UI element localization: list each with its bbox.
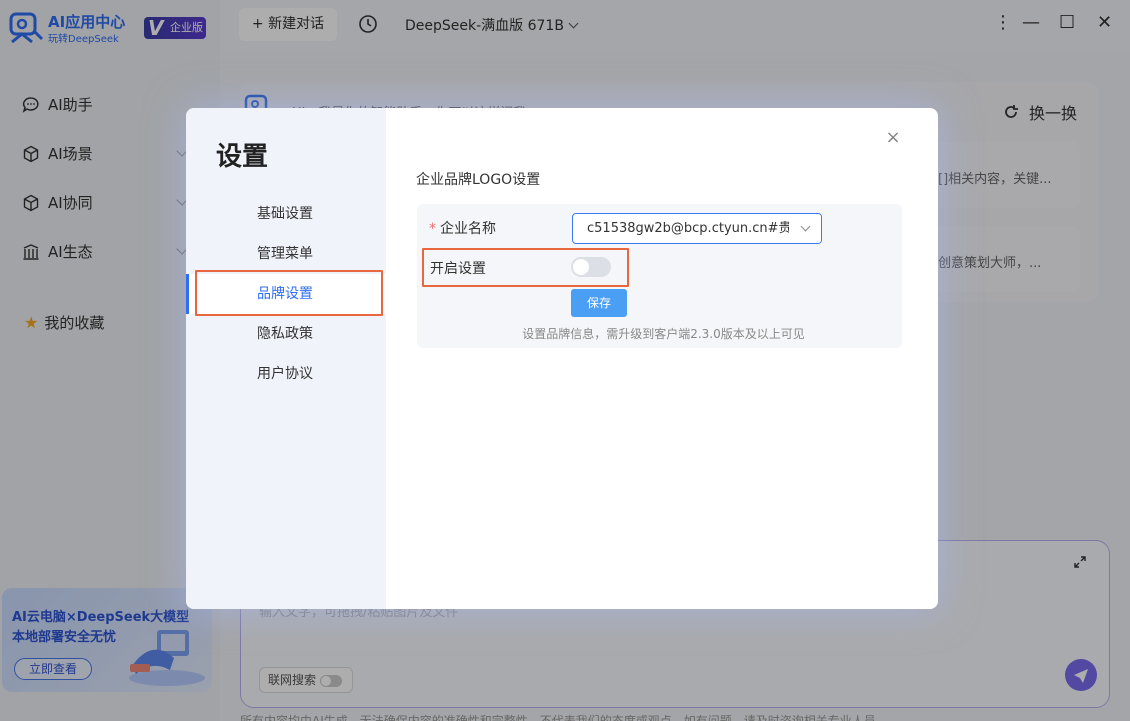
annotation-highlight-box — [195, 270, 383, 316]
company-name-value: c51538gw2b@bcp.ctyun.cn#贵州3k — [587, 221, 821, 236]
annotation-highlight-box — [422, 248, 629, 287]
app-window: AI应用中心 玩转DeepSeek V 企业版 AI助手 AI场景 AI协同 A… — [0, 0, 1130, 721]
company-name-label-text: 企业名称 — [440, 221, 496, 237]
settings-dialog: 设置 基础设置 管理菜单 品牌设置 隐私政策 用户协议 × 企业品牌LOGO设置… — [186, 108, 938, 609]
company-name-label: * 企业名称 — [429, 218, 496, 238]
close-dialog-icon[interactable]: × — [885, 129, 901, 147]
company-name-select[interactable]: c51538gw2b@bcp.ctyun.cn#贵州3k — [572, 213, 822, 244]
brand-settings-form: * 企业名称 c51538gw2b@bcp.ctyun.cn#贵州3k 开启设置 … — [417, 204, 902, 348]
settings-menu-agreement[interactable]: 用户协议 — [186, 354, 386, 394]
settings-menu-privacy[interactable]: 隐私政策 — [186, 314, 386, 354]
required-mark: * — [429, 221, 436, 237]
settings-sidebar: 设置 基础设置 管理菜单 品牌设置 隐私政策 用户协议 — [186, 108, 386, 609]
settings-menu-basic[interactable]: 基础设置 — [186, 194, 386, 234]
brand-settings-hint: 设置品牌信息，需升级到客户端2.3.0版本及以上可见 — [522, 327, 805, 341]
settings-title: 设置 — [216, 142, 269, 172]
brand-section-title: 企业品牌LOGO设置 — [416, 172, 541, 188]
save-button[interactable]: 保存 — [571, 289, 627, 317]
settings-menu-manage[interactable]: 管理菜单 — [186, 234, 386, 274]
